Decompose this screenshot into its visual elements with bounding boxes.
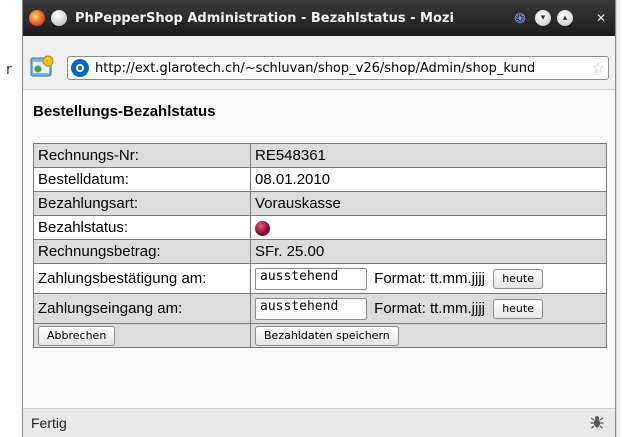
payment-status-value xyxy=(250,215,607,240)
save-payment-data-button[interactable]: Bezahldaten speichern xyxy=(255,325,399,346)
order-date-value: 08.01.2010 xyxy=(250,167,607,192)
url-text[interactable]: http://ext.glarotech.ch/~schluvan/shop_v… xyxy=(95,61,589,76)
payment-status-indicator xyxy=(255,220,270,236)
invoice-amount-label: Rechnungsbetrag: xyxy=(33,239,251,264)
site-identity-icon[interactable] xyxy=(71,59,89,77)
status-text: Fertig xyxy=(31,415,67,431)
browser-popup-window: PhPepperShop Administration - Bezahlstat… xyxy=(22,0,616,437)
background-window-right xyxy=(616,0,622,437)
status-bar: Fertig xyxy=(23,408,615,437)
table-row-payment-confirmation: Zahlungsbestätigung am: ausstehend Forma… xyxy=(33,263,607,294)
payment-receipt-cell: ausstehend Format: tt.mm.jjjj heute xyxy=(250,293,607,324)
table-row-payment-receipt: Zahlungseingang am: ausstehend Format: t… xyxy=(33,293,607,324)
payment-confirmation-cell: ausstehend Format: tt.mm.jjjj heute xyxy=(250,263,607,294)
activity-swirl-icon: ֍ xyxy=(514,10,526,27)
url-bar[interactable]: http://ext.glarotech.ch/~schluvan/shop_v… xyxy=(67,56,609,80)
payment-confirmation-label: Zahlungsbestätigung am: xyxy=(33,263,251,294)
payment-status-table: Rechnungs-Nr: RE548361 Bestelldatum: 08.… xyxy=(33,143,607,348)
payment-confirmation-today-button[interactable]: heute xyxy=(493,268,543,289)
window-controls: ֍ ▾ ▴ ✕ xyxy=(511,10,609,27)
bug-icon[interactable] xyxy=(589,414,605,430)
page-title: Bestellungs-Bezahlstatus xyxy=(33,103,216,120)
chevron-up-icon[interactable]: ▴ xyxy=(557,10,573,26)
order-date-label: Bestelldatum: xyxy=(33,167,251,192)
cancel-button[interactable]: Abbrechen xyxy=(38,325,116,346)
payment-method-value: Vorauskasse xyxy=(250,191,607,216)
payment-confirmation-date-input[interactable]: ausstehend xyxy=(255,267,367,290)
payment-receipt-today-button[interactable]: heute xyxy=(493,298,543,319)
table-row-payment-method: Bezahlungsart: Vorauskasse xyxy=(33,191,607,216)
window-title: PhPepperShop Administration - Bezahlstat… xyxy=(75,10,454,26)
table-row-invoice-amount: Rechnungsbetrag: SFr. 25.00 xyxy=(33,239,607,264)
invoice-number-label: Rechnungs-Nr: xyxy=(33,143,251,168)
page-content: Bestellungs-Bezahlstatus Rechnungs-Nr: R… xyxy=(23,91,615,408)
payment-receipt-date-input[interactable]: ausstehend xyxy=(255,297,367,320)
table-row-actions: Abbrechen Bezahldaten speichern xyxy=(33,323,607,348)
table-row-order-date: Bestelldatum: 08.01.2010 xyxy=(33,167,607,192)
table-row-invoice-number: Rechnungs-Nr: RE548361 xyxy=(33,143,607,168)
cancel-cell: Abbrechen xyxy=(33,323,251,348)
background-window-text: r xyxy=(6,62,12,78)
bookmark-star-icon[interactable]: ☆ xyxy=(589,59,608,77)
navigation-toolbar: http://ext.glarotech.ch/~schluvan/shop_v… xyxy=(23,36,615,90)
payment-confirmation-format-hint: Format: tt.mm.jjjj xyxy=(374,270,486,287)
invoice-number-value: RE548361 xyxy=(250,143,607,168)
payment-receipt-label: Zahlungseingang am: xyxy=(33,293,251,324)
chevron-down-icon[interactable]: ▾ xyxy=(535,10,551,26)
firefox-icon[interactable] xyxy=(29,10,45,26)
table-row-payment-status: Bezahlstatus: xyxy=(33,215,607,240)
payment-receipt-format-hint: Format: tt.mm.jjjj xyxy=(374,300,486,317)
payment-status-label: Bezahlstatus: xyxy=(33,215,251,240)
save-cell: Bezahldaten speichern xyxy=(250,323,607,348)
title-bar[interactable]: PhPepperShop Administration - Bezahlstat… xyxy=(23,0,615,36)
invoice-amount-value: SFr. 25.00 xyxy=(250,239,607,264)
window-menu-icon[interactable] xyxy=(51,10,67,26)
close-icon[interactable]: ✕ xyxy=(593,10,609,26)
payment-method-label: Bezahlungsart: xyxy=(33,191,251,216)
browser-window-icon xyxy=(30,55,54,77)
